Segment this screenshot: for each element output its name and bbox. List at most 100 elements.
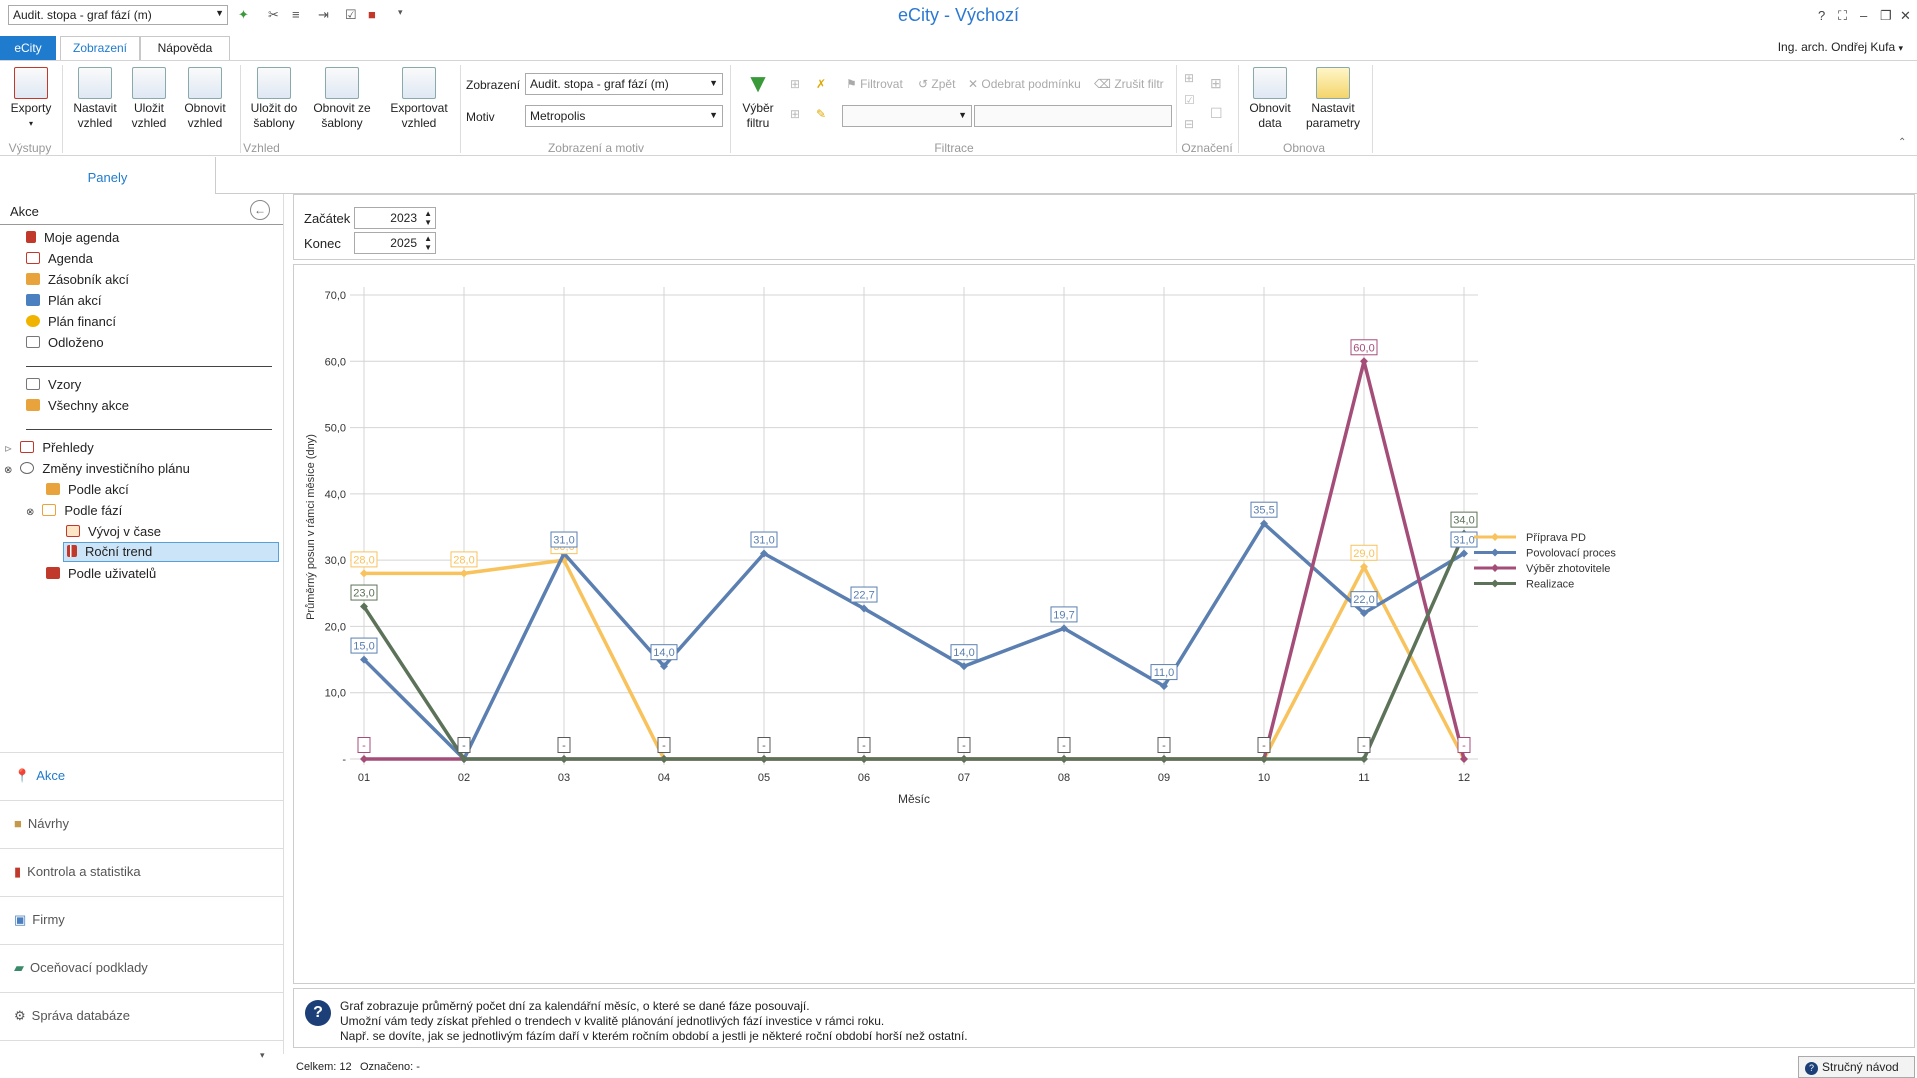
tree-item-podle-akci[interactable]: Podle akcí [46, 481, 129, 499]
data-label: 60,0 [1350, 339, 1378, 356]
spinner-arrows-icon[interactable]: ▲ ▼ [424, 234, 432, 252]
configure-nav-icon[interactable]: ▾ [260, 1050, 265, 1061]
set-params-button[interactable]: Nastavit parametry [1302, 67, 1364, 131]
spinner-arrows-icon[interactable]: ▲ ▼ [424, 209, 432, 227]
data-label-text: 31,0 [1453, 535, 1474, 547]
nav-item-agenda[interactable]: Agenda [26, 250, 93, 268]
remove-condition-button[interactable]: ✕ Odebrat podmínku [968, 77, 1081, 91]
nav-section-kontrola[interactable]: ▮ Kontrola a statistika [0, 848, 283, 896]
tree-item-prehledy[interactable]: ⊳ Přehledy [4, 439, 94, 457]
nav-divider [0, 1040, 283, 1041]
y-tick-label: 70,0 [325, 290, 346, 302]
back-arrow-icon[interactable]: ← [250, 200, 270, 220]
nav-item-zasobnik[interactable]: Zásobník akcí [26, 271, 129, 289]
nav-item-vzory[interactable]: Vzory [26, 376, 81, 394]
data-label-text: 15,0 [353, 641, 374, 653]
ribbon-divider [62, 65, 63, 153]
collapse-ribbon-icon[interactable]: ⌃ [1898, 137, 1906, 148]
start-year-value: 2023 [390, 211, 417, 225]
data-label-text: 22,7 [853, 590, 874, 602]
nav-item-odlozeno[interactable]: Odloženo [26, 334, 104, 352]
fullscreen-icon[interactable]: ⛶ [1838, 8, 1847, 24]
data-label: - [357, 737, 371, 753]
nav-section-firmy[interactable]: ▣ Firmy [0, 896, 283, 944]
set-params-label-2: parametry [1305, 116, 1361, 130]
help-icon[interactable]: ? [1818, 8, 1825, 23]
end-year-spinner[interactable]: 2025 ▲ ▼ [354, 232, 436, 254]
data-label-text: 22,0 [1353, 594, 1374, 606]
cancel-filter-button[interactable]: ⌫ Zrušit filtr [1094, 77, 1164, 91]
cancel-filter-label: Zrušit filtr [1114, 77, 1164, 91]
close-icon: ✕ [968, 77, 979, 91]
nav-section-sprava[interactable]: ⚙ Správa databáze [0, 992, 283, 1040]
motiv-label: Motiv [466, 110, 495, 124]
tree-item-podle-uzivatelu[interactable]: Podle uživatelů [46, 565, 156, 583]
nav-item-plan-akci[interactable]: Plán akcí [26, 292, 101, 310]
close-button[interactable]: ✕ [1900, 8, 1911, 24]
y-tick-label: 10,0 [325, 688, 346, 700]
nav-section-navrhy[interactable]: ■ Návrhy [0, 800, 283, 848]
data-label-text: - [1462, 740, 1466, 752]
wrench-icon [78, 67, 112, 99]
filter-label: Filtrovat [860, 77, 903, 91]
panels-tab[interactable]: Panely [0, 157, 216, 194]
nav-item-vsechny-akce[interactable]: Všechny akce [26, 397, 129, 415]
nav-item-moje-agenda[interactable]: Moje agenda [26, 229, 119, 247]
refresh-view-button[interactable]: Obnovit vzhled [180, 67, 230, 131]
data-point [360, 569, 368, 578]
x-tick-label: 06 [858, 772, 870, 784]
refresh-icon [188, 67, 222, 99]
user-menu[interactable]: Ing. arch. Ondřej Kufa ▾ [1778, 40, 1903, 54]
ribbon-divider [240, 65, 241, 153]
motiv-combo[interactable]: Metropolis ▼ [525, 105, 723, 127]
set-view-button[interactable]: Nastavit vzhled [68, 67, 122, 131]
book-icon: ▰ [14, 960, 24, 975]
x-tick-label: 10 [1258, 772, 1270, 784]
save-view-button[interactable]: Uložit vzhled [126, 67, 172, 131]
nav-section-ocenovaci[interactable]: ▰ Oceňovací podklady [0, 944, 283, 992]
header-divider [0, 224, 283, 225]
users-icon [46, 567, 60, 579]
info-line: Např. se dovíte, jak se jednotlivým fází… [340, 1029, 968, 1043]
akce-header: Akce [10, 204, 39, 219]
minimize-button[interactable]: – [1860, 8, 1867, 23]
y-axis-title: Průměrný posun v rámci měsíce (dny) [305, 434, 317, 620]
splitter[interactable] [283, 194, 284, 1054]
mark-icon: ☑ [1184, 93, 1195, 107]
filter-field-combo[interactable]: ▼ [842, 105, 972, 127]
filter-button[interactable]: ⚑ Filtrovat [846, 77, 903, 91]
exports-button[interactable]: Exporty ▾ [6, 67, 56, 131]
save-template-button[interactable]: Uložit do šablony [246, 67, 302, 131]
tree-item-rocni-trend[interactable]: Roční trend [63, 542, 279, 562]
tab-ecity[interactable]: eCity [0, 36, 56, 60]
export-view-button[interactable]: Exportovat vzhled [386, 67, 452, 131]
x-tick-label: 07 [958, 772, 970, 784]
refresh-template-button[interactable]: Obnovit ze šablony [310, 67, 374, 131]
filter-select-button[interactable]: ▼ Výběr filtru [734, 67, 782, 131]
back-button[interactable]: ↺ Zpět [918, 77, 955, 91]
nav-item-plan-financi[interactable]: Plán financí [26, 313, 116, 331]
legend-marker [1491, 533, 1499, 541]
nav-section-akce[interactable]: 📍 Akce [0, 752, 283, 800]
tab-napoveda[interactable]: Nápověda [140, 36, 230, 60]
quick-guide-button[interactable]: ? Stručný návod [1798, 1056, 1915, 1078]
tree-item-podle-fazi[interactable]: ⊗ Podle fází [26, 502, 122, 520]
y-tick-label: 20,0 [325, 621, 346, 633]
data-label: - [1457, 737, 1471, 753]
filter-value-input[interactable] [974, 105, 1172, 127]
nav-item-label: Plán akcí [48, 293, 102, 308]
refresh-data-button[interactable]: Obnovit data [1244, 67, 1296, 131]
start-year-spinner[interactable]: 2023 ▲ ▼ [354, 207, 436, 229]
data-label-text: 14,0 [953, 647, 974, 659]
tree-item-vyvoj[interactable]: Vývoj v čase [66, 523, 161, 541]
set-view-label: Nastavit [73, 101, 117, 115]
chevron-down-icon: ▾ [28, 119, 33, 128]
data-label-text: - [662, 740, 666, 752]
data-label: - [1357, 737, 1371, 753]
checklist-icon [26, 252, 40, 264]
data-label-text: - [762, 740, 766, 752]
tree-item-zmeny[interactable]: ⊗ Změny investičního plánu [4, 460, 190, 478]
display-combo[interactable]: Audit. stopa - graf fází (m) ▼ [525, 73, 723, 95]
tab-zobrazeni[interactable]: Zobrazení [60, 36, 140, 60]
maximize-button[interactable]: ❐ [1880, 8, 1892, 24]
